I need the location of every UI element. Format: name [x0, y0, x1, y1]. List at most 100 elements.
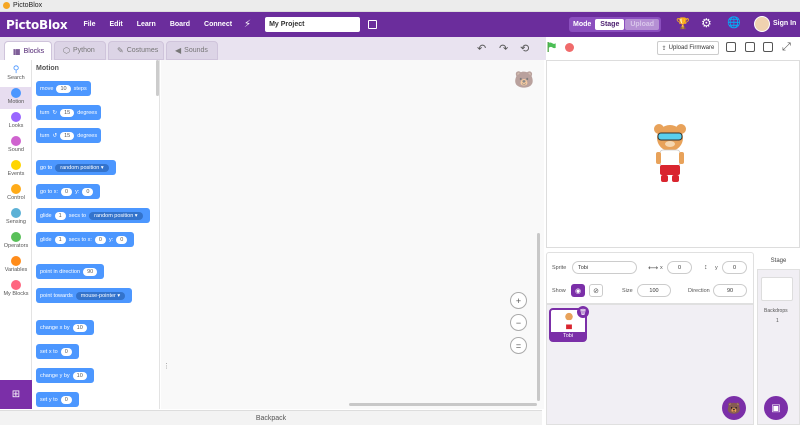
workspace-v-scrollbar[interactable]: [537, 233, 540, 401]
category-sound[interactable]: Sound: [0, 136, 32, 153]
zoom-out-icon[interactable]: −: [510, 314, 527, 331]
tab-blocks[interactable]: ▦ Blocks: [4, 41, 52, 60]
globe-icon[interactable]: 🌐: [727, 16, 741, 29]
delete-sprite-icon[interactable]: 🗑: [577, 306, 589, 318]
gear-icon[interactable]: ⚙: [701, 16, 712, 30]
sign-in-button[interactable]: Sign In: [773, 20, 796, 27]
category-motion[interactable]: Motion: [0, 87, 32, 109]
add-sprite-icon[interactable]: 🐻: [722, 396, 746, 420]
add-backdrop-icon[interactable]: ▣: [764, 396, 788, 420]
sensing-dot: [11, 208, 21, 218]
upload-firmware-button[interactable]: ⇪ Upload Firmware: [657, 41, 719, 55]
block-go-to[interactable]: go to random position ▾: [36, 160, 116, 175]
tab-costumes[interactable]: ✎ Costumes: [108, 41, 164, 60]
palette-scrollbar[interactable]: [156, 60, 159, 96]
mode-upload-button[interactable]: Upload: [625, 19, 660, 30]
block-point-in-direction[interactable]: point in direction 90: [36, 264, 105, 279]
block-glide-to-xy[interactable]: glide 1 secs to x: 0 y: 0: [36, 232, 135, 247]
sprite-thumbnail-name: Tobi: [551, 332, 585, 340]
block-input[interactable]: 1: [54, 235, 66, 244]
zoom-reset-icon[interactable]: =: [510, 337, 527, 354]
collapse-handle-icon[interactable]: ⋮: [163, 362, 170, 370]
block-input[interactable]: 10: [72, 323, 87, 332]
add-extension-button[interactable]: ⊞: [0, 380, 32, 409]
sprite-name-input[interactable]: Tobi: [572, 261, 637, 274]
menu-connect[interactable]: Connect: [204, 21, 232, 28]
tab-python[interactable]: ⬡ Python: [54, 41, 106, 60]
block-input[interactable]: 0: [94, 235, 106, 244]
menu-edit[interactable]: Edit: [110, 21, 123, 28]
category-sensing[interactable]: Sensing: [0, 208, 32, 225]
block-dropdown[interactable]: random position ▾: [89, 211, 143, 220]
block-move-steps[interactable]: move 10 steps: [36, 81, 91, 96]
large-stage-icon[interactable]: [763, 42, 773, 52]
upload-icon: ⇪: [661, 45, 667, 52]
category-control[interactable]: Control: [0, 184, 32, 201]
block-change-x[interactable]: change x by 10: [36, 320, 94, 335]
category-search[interactable]: ⚲ Search: [0, 64, 32, 86]
save-icon[interactable]: [368, 20, 378, 29]
category-variables[interactable]: Variables: [0, 256, 32, 273]
category-my-blocks[interactable]: My Blocks: [0, 280, 32, 297]
block-set-y[interactable]: set y to 0: [36, 392, 79, 407]
block-set-x[interactable]: set x to 0: [36, 344, 79, 359]
pictoblox-logo[interactable]: PictoBlox: [6, 18, 68, 32]
block-turn-left[interactable]: turn ↺ 15 degrees: [36, 128, 102, 143]
menu-board[interactable]: Board: [170, 21, 190, 28]
events-dot: [11, 160, 21, 170]
green-flag-icon[interactable]: [547, 42, 556, 52]
menubar: PictoBlox File Edit Learn Board Connect …: [0, 12, 800, 37]
block-input[interactable]: 15: [60, 108, 75, 117]
workspace-h-scrollbar[interactable]: [349, 403, 537, 406]
menu-file[interactable]: File: [83, 21, 95, 28]
category-looks[interactable]: Looks: [0, 112, 32, 129]
project-name-input[interactable]: My Project: [265, 17, 361, 32]
zoom-in-icon[interactable]: +: [510, 292, 527, 309]
menu-learn[interactable]: Learn: [137, 21, 156, 28]
block-input[interactable]: 1: [54, 211, 66, 220]
block-go-to-xy[interactable]: go to x: 0 y: 0: [36, 184, 101, 199]
camera-icon[interactable]: [726, 42, 736, 52]
show-eye-icon[interactable]: ◉: [571, 284, 585, 297]
block-turn-right[interactable]: turn ↻ 15 degrees: [36, 105, 102, 120]
block-input[interactable]: 90: [83, 267, 98, 276]
block-dropdown[interactable]: mouse-pointer ▾: [75, 291, 126, 300]
plug-icon[interactable]: ⚡: [244, 19, 251, 30]
category-menu: ⚲ Search Motion Looks Sound Events Contr…: [0, 60, 32, 380]
tab-sounds[interactable]: ◀ Sounds: [166, 41, 218, 60]
stop-icon[interactable]: [565, 43, 574, 52]
undo-icon[interactable]: ↶: [477, 42, 486, 55]
code-workspace[interactable]: [161, 60, 544, 409]
redo-icon[interactable]: ↷: [499, 42, 508, 55]
app-icon: [3, 2, 10, 9]
block-change-y[interactable]: change y by 10: [36, 368, 94, 383]
mode-toggle: Mode Stage Upload: [569, 17, 662, 32]
block-input[interactable]: 10: [72, 371, 87, 380]
tobi-sprite[interactable]: [650, 122, 690, 184]
size-input[interactable]: 100: [637, 284, 671, 297]
backpack-bar[interactable]: Backpack: [0, 410, 542, 425]
fullscreen-icon[interactable]: ⤢: [782, 41, 791, 54]
block-input[interactable]: 0: [60, 347, 72, 356]
y-input[interactable]: 0: [722, 261, 747, 274]
hide-eye-icon[interactable]: ⊘: [589, 284, 603, 297]
small-stage-icon[interactable]: [745, 42, 755, 52]
category-events[interactable]: Events: [0, 160, 32, 177]
x-input[interactable]: 0: [667, 261, 692, 274]
clean-up-icon[interactable]: ⟲: [520, 42, 529, 55]
block-glide-to[interactable]: glide 1 secs to random position ▾: [36, 208, 150, 223]
mode-stage-button[interactable]: Stage: [595, 19, 625, 30]
block-dropdown[interactable]: random position ▾: [55, 163, 109, 172]
direction-input[interactable]: 90: [713, 284, 747, 297]
block-point-towards[interactable]: point towards mouse-pointer ▾: [36, 288, 133, 303]
trophy-icon[interactable]: 🏆: [676, 17, 690, 30]
block-input[interactable]: 0: [82, 187, 94, 196]
category-operators[interactable]: Operators: [0, 232, 32, 249]
avatar[interactable]: [754, 16, 770, 32]
block-input[interactable]: 10: [56, 84, 71, 93]
block-input[interactable]: 0: [60, 395, 72, 404]
block-input[interactable]: 0: [61, 187, 73, 196]
block-input[interactable]: 0: [116, 235, 128, 244]
block-input[interactable]: 15: [60, 131, 75, 140]
stage-thumbnail[interactable]: [761, 277, 793, 301]
